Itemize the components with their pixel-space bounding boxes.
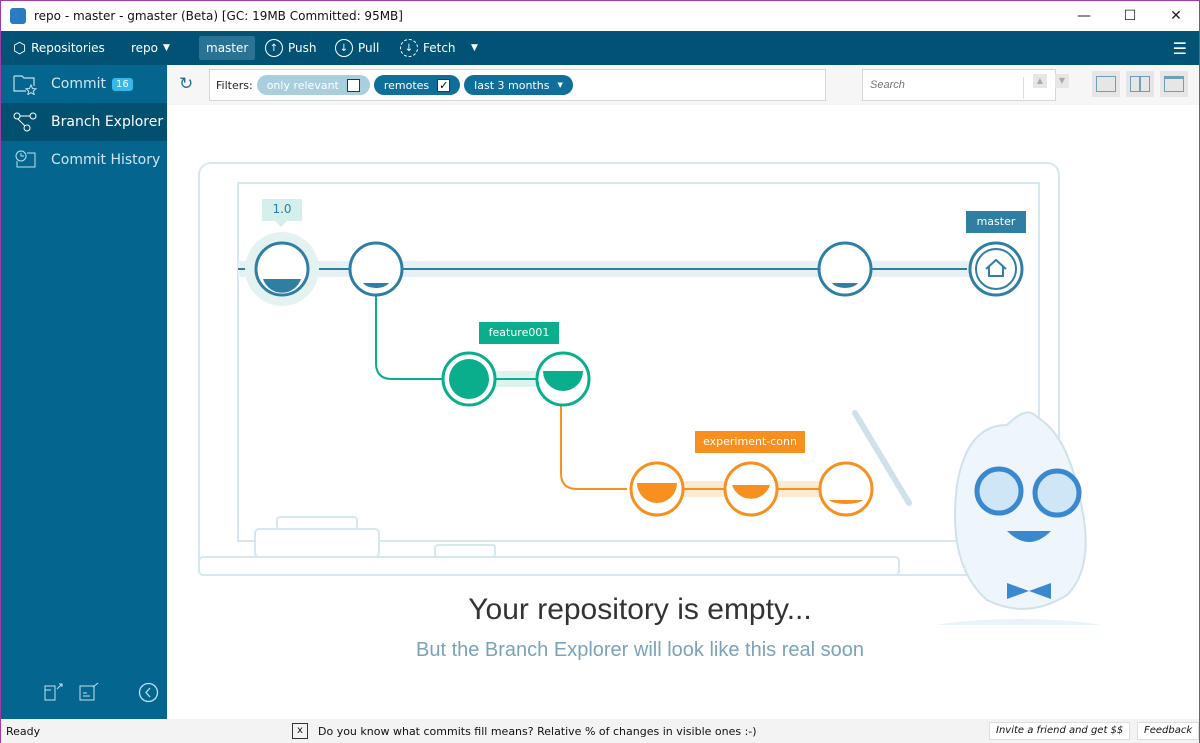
tip-text: Do you know what commits fill means? Rel… <box>318 724 757 738</box>
branch-explorer-empty: 1.0 master feature001 experiment-conn Yo… <box>167 105 1199 719</box>
minimize-button[interactable]: — <box>1061 1 1107 31</box>
search-next-button[interactable]: ▼ <box>1055 74 1069 88</box>
commit-node <box>723 461 779 517</box>
fetch-label: Fetch <box>423 41 456 55</box>
push-button[interactable]: ↑ Push <box>265 31 317 65</box>
status-text: Ready <box>6 724 41 738</box>
close-tip-button[interactable]: x <box>292 723 308 739</box>
branch-label: master <box>206 41 249 55</box>
branch-button[interactable]: master <box>199 36 256 60</box>
window-title: repo - master - gmaster (Beta) [GC: 19MB… <box>34 9 403 23</box>
remotes-checkbox[interactable]: ✓ <box>437 78 451 92</box>
history-icon <box>15 150 36 168</box>
tag-label: 1.0 <box>272 202 292 216</box>
chevron-down-icon: ▼ <box>163 43 170 53</box>
sidebar-item-label: Commit History <box>51 152 161 168</box>
more-dropdown[interactable]: ▼ <box>471 31 478 65</box>
close-button[interactable]: ✕ <box>1153 1 1199 31</box>
sidebar-item-branch-explorer[interactable]: Branch Explorer <box>1 103 167 141</box>
maximize-button[interactable]: ☐ <box>1107 1 1153 31</box>
head-commit-node <box>968 241 1024 297</box>
feature-branch-label: feature001 <box>488 326 550 339</box>
pull-label: Pull <box>358 41 380 55</box>
remotes-label: remotes <box>383 78 430 92</box>
commit-node <box>818 461 874 517</box>
invite-button[interactable]: Invite a friend and get $$ <box>989 722 1131 740</box>
menu-button[interactable]: ☰ <box>1173 31 1187 65</box>
remotes-filter[interactable]: remotes ✓ <box>373 75 461 95</box>
sidebar: Commit 16 Branch Explorer Commit History <box>1 65 167 719</box>
layout-panels-icon <box>1164 76 1184 92</box>
date-range-label: last 3 months <box>474 78 550 92</box>
status-bar: Ready x Do you know what commits fill me… <box>1 719 1200 743</box>
search-prev-button[interactable]: ▲ <box>1033 74 1047 88</box>
app-icon <box>10 8 26 24</box>
fetch-icon: ↓ <box>400 39 418 57</box>
script-icon[interactable] <box>78 681 102 703</box>
arrow-up-icon: ↑ <box>265 39 283 57</box>
toolbar: ⬡ Repositories repo ▼ master ↑ Push ↓ Pull ↓… <box>1 31 1199 65</box>
collapse-sidebar-icon[interactable] <box>138 682 159 703</box>
arrow-down-icon: ↓ <box>335 39 353 57</box>
chevron-down-icon: ▼ <box>471 43 478 53</box>
refresh-icon[interactable]: ↻ <box>179 74 193 94</box>
fetch-button[interactable]: ↓ Fetch <box>400 31 456 65</box>
master-branch-label: master <box>976 215 1016 228</box>
sidebar-item-commit[interactable]: Commit 16 <box>1 65 167 103</box>
repositories-button[interactable]: ⬡ Repositories <box>13 31 105 65</box>
branch-explorer-illustration <box>198 162 1102 625</box>
search-input[interactable] <box>862 69 1056 101</box>
hamburger-icon: ☰ <box>1172 38 1187 58</box>
cube-icon: ⬡ <box>13 39 27 57</box>
filters-box: Filters: only relevant remotes ✓ last 3 m… <box>209 69 826 101</box>
sidebar-item-label: Branch Explorer <box>51 114 164 130</box>
pull-button[interactable]: ↓ Pull <box>335 31 379 65</box>
chevron-down-icon: ▼ <box>557 81 563 89</box>
only-relevant-label: only relevant <box>266 78 339 92</box>
layout-split-icon <box>1130 76 1150 92</box>
commit-icon <box>13 75 37 95</box>
export-icon[interactable] <box>43 681 67 703</box>
layout-split-button[interactable] <box>1126 71 1154 97</box>
title-bar: repo - master - gmaster (Beta) [GC: 19MB… <box>1 1 1199 31</box>
empty-title: Your repository is empty... <box>468 593 812 626</box>
date-range-dropdown[interactable]: last 3 months ▼ <box>464 75 573 95</box>
sidebar-item-commit-history[interactable]: Commit History <box>1 141 167 179</box>
filters-label: Filters: <box>216 78 253 92</box>
commit-node <box>348 241 404 297</box>
filter-bar: ↻ Filters: only relevant remotes ✓ last 3… <box>167 65 1199 105</box>
only-relevant-checkbox[interactable] <box>346 78 360 92</box>
layout-single-button[interactable] <box>1092 71 1120 97</box>
only-relevant-filter[interactable]: only relevant <box>256 75 370 95</box>
layout-single-icon <box>1096 76 1116 92</box>
commit-node <box>629 461 685 517</box>
layout-panels-button[interactable] <box>1160 71 1188 97</box>
commit-count-badge: 16 <box>112 77 133 91</box>
experiment-branch-label: experiment-conn <box>703 435 797 448</box>
commit-node <box>535 351 591 407</box>
branch-icon <box>13 112 37 132</box>
commit-node <box>817 241 873 297</box>
commit-node <box>441 351 497 407</box>
sidebar-item-label: Commit <box>51 76 106 92</box>
repositories-label: Repositories <box>31 41 105 55</box>
repo-label: repo <box>131 41 159 55</box>
feedback-button[interactable]: Feedback <box>1137 722 1200 740</box>
empty-subtitle: But the Branch Explorer will look like t… <box>416 639 864 661</box>
commit-node <box>254 241 310 297</box>
push-label: Push <box>288 41 317 55</box>
repo-dropdown[interactable]: repo ▼ <box>131 31 170 65</box>
